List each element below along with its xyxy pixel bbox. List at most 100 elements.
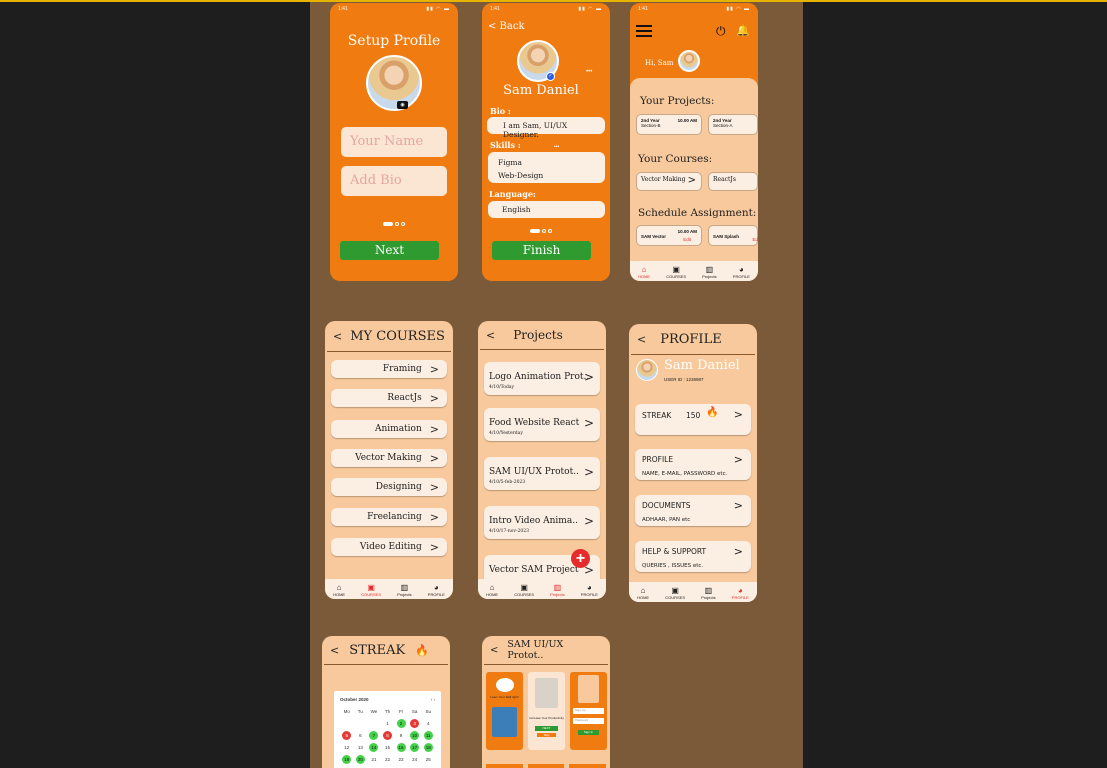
more-icon[interactable]: •••: [586, 69, 592, 75]
add-project-button[interactable]: +: [571, 549, 590, 568]
flame-icon: 🔥: [706, 407, 719, 418]
prototype-thumbnail[interactable]: Sign Up Password Sign In: [570, 672, 607, 750]
calendar-day[interactable]: 2: [396, 719, 406, 728]
calendar-day[interactable]: 16: [396, 743, 406, 752]
home-icon: ⌂: [336, 583, 342, 592]
calendar-day[interactable]: 9: [397, 731, 406, 740]
prototype-thumbnail[interactable]: Learn Your Skill right!: [486, 672, 523, 750]
settings-card[interactable]: PROFILE NAME, E-MAIL, PASSWORD etc. >: [635, 449, 751, 480]
calendar-day[interactable]: 4: [424, 719, 433, 728]
calendar-day[interactable]: 3: [410, 719, 420, 728]
bio-field[interactable]: Add Bio: [341, 166, 447, 196]
project-card[interactable]: 2nd Year Section-A: [708, 114, 758, 135]
back-arrow-icon[interactable]: <: [637, 333, 646, 346]
project-item[interactable]: Logo Animation Prot.. 4/10/Today >: [484, 362, 600, 395]
nav-courses[interactable]: ▣ COURSES: [361, 583, 381, 597]
page-title: PROFILE: [660, 331, 722, 347]
avatar[interactable]: [366, 55, 422, 111]
next-button[interactable]: Next: [340, 241, 439, 260]
calendar-day[interactable]: 6: [356, 731, 365, 740]
course-item[interactable]: Framing >: [331, 360, 447, 378]
project-item[interactable]: Intro Video Anima.. 4/10/17-nov-2023 >: [484, 506, 600, 539]
calendar-day[interactable]: 12: [342, 743, 351, 752]
nav-projects[interactable]: ▥ Projects: [397, 583, 411, 597]
calendar-day[interactable]: 1: [383, 719, 392, 728]
calendar-day[interactable]: 22: [383, 755, 392, 764]
calendar-day[interactable]: 24: [410, 755, 419, 764]
calendar-day[interactable]: 5: [342, 731, 352, 740]
nav-profile[interactable]: ◕ PROFILE: [733, 265, 750, 279]
nav-profile[interactable]: ◕ PROFILE: [732, 586, 749, 600]
avatar[interactable]: [636, 359, 658, 381]
home-screen: 1:41 ▮▮ ◠ ▬ ⏻ 🔔 Hi, Sam Your Projects: 2n…: [630, 3, 758, 281]
calendar-day[interactable]: 14: [369, 743, 379, 752]
back-arrow-icon[interactable]: <: [330, 644, 339, 657]
course-card[interactable]: Vector Making >: [636, 172, 702, 191]
calendar-day[interactable]: 23: [397, 755, 406, 764]
assignment-card[interactable]: 10.00 AM SAM Vector Edit: [636, 225, 702, 246]
nav-home[interactable]: ⌂ HOME: [486, 583, 498, 597]
calendar-day[interactable]: 15: [383, 743, 392, 752]
calendar-day[interactable]: 13: [356, 743, 365, 752]
finish-button[interactable]: Finish: [492, 241, 591, 260]
bell-icon[interactable]: 🔔: [736, 24, 750, 37]
project-item[interactable]: SAM UI/UX Protot.. 4/10/5-feb-2023 >: [484, 457, 600, 490]
nav-projects[interactable]: ▥ Projects: [550, 583, 564, 597]
user-icon: ◕: [433, 583, 439, 592]
weekday-label: Sa: [411, 709, 418, 714]
user-icon: ◕: [586, 583, 592, 592]
calendar-day[interactable]: 21: [369, 755, 378, 764]
power-icon[interactable]: ⏻: [716, 24, 726, 39]
nav-projects[interactable]: ▥ Projects: [701, 586, 715, 600]
chevron-right-icon: >: [429, 510, 439, 524]
language-select[interactable]: English: [488, 201, 605, 218]
back-arrow-icon[interactable]: <: [333, 330, 342, 343]
calendar-day[interactable]: 25: [424, 755, 433, 764]
assignment-card[interactable]: SAM Splash Ed: [708, 225, 758, 246]
month-nav-icon[interactable]: ‹ ›: [431, 697, 435, 702]
header: < Projects: [478, 321, 606, 349]
course-item[interactable]: Animation >: [331, 420, 447, 438]
course-item[interactable]: Video Editing >: [331, 538, 447, 556]
calendar-day[interactable]: 11: [423, 731, 433, 740]
nav-home[interactable]: ⌂ HOME: [637, 586, 649, 600]
settings-card[interactable]: DOCUMENTS ADHAAR, PAN etc >: [635, 495, 751, 526]
settings-card[interactable]: HELP & SUPPORT QUERIES , ISSUES etc. >: [635, 541, 751, 572]
camera-icon[interactable]: ◉: [397, 101, 408, 109]
nav-home[interactable]: ⌂ HOME: [638, 265, 650, 279]
avatar[interactable]: [678, 50, 700, 72]
course-item[interactable]: Vector Making >: [331, 449, 447, 467]
book-icon: ▣: [672, 265, 680, 274]
nav-courses[interactable]: ▣ COURSES: [665, 586, 685, 600]
back-arrow-icon[interactable]: <: [490, 645, 498, 656]
nav-profile[interactable]: ◕ PROFILE: [428, 583, 445, 597]
calendar-day[interactable]: 20: [355, 755, 365, 764]
calendar-day[interactable]: 18: [423, 743, 433, 752]
streak-card[interactable]: STREAK 150 🔥 >: [635, 404, 751, 435]
nav-courses[interactable]: ▣ COURSES: [514, 583, 534, 597]
course-item[interactable]: Designing >: [331, 478, 447, 496]
skills-field[interactable]: Figma Web-Design: [488, 152, 605, 183]
calendar-day[interactable]: 7: [369, 731, 379, 740]
nav-courses[interactable]: ▣ COURSES: [666, 265, 686, 279]
weekday-label: We: [370, 709, 378, 714]
back-arrow-icon[interactable]: <: [486, 329, 495, 342]
name-field[interactable]: Your Name: [341, 127, 447, 157]
calendar-day[interactable]: 8: [382, 731, 392, 740]
menu-icon[interactable]: [636, 25, 652, 37]
nav-profile[interactable]: ◕ PROFILE: [581, 583, 598, 597]
nav-projects[interactable]: ▥ Projects: [702, 265, 716, 279]
prototype-thumbnail[interactable]: Increase Your Productivity NEXT Skip: [528, 672, 565, 750]
back-button[interactable]: < Back: [488, 21, 525, 32]
calendar-day[interactable]: 19: [342, 755, 352, 764]
nav-home[interactable]: ⌂ HOME: [333, 583, 345, 597]
project-card[interactable]: 2nd Year 10.00 AM Section-B: [636, 114, 702, 135]
course-item[interactable]: Freelancing >: [331, 508, 447, 526]
status-bar: 1:41 ▮▮ ◠ ▬: [490, 6, 602, 12]
project-item[interactable]: Food Website React 4/10/Yesterday >: [484, 408, 600, 441]
calendar-day[interactable]: 10: [410, 731, 420, 740]
calendar-day[interactable]: 17: [410, 743, 420, 752]
course-card[interactable]: ReactJs: [708, 172, 758, 191]
course-item[interactable]: ReactJs >: [331, 389, 447, 407]
bio-field[interactable]: I am Sam, UI/UX Designer.: [487, 117, 605, 139]
